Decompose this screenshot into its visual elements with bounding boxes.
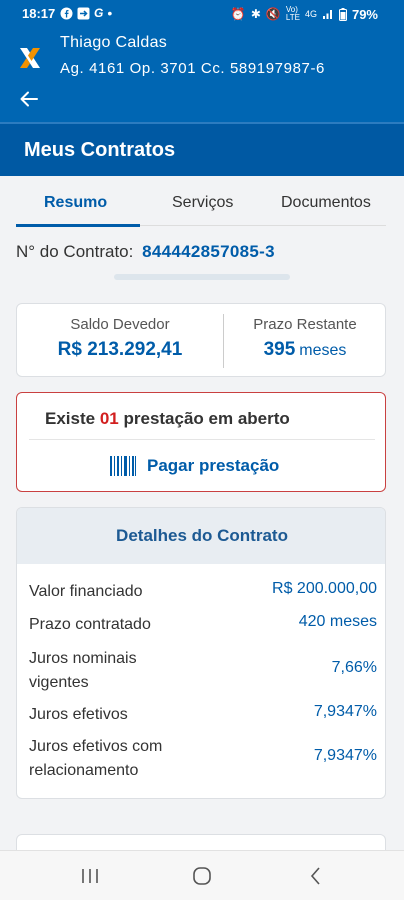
detail-row-juros-nominais: Juros nominais vigentes 7,66% (29, 647, 377, 697)
dot-icon: • (107, 5, 113, 21)
details-header: Detalhes do Contrato (17, 508, 385, 564)
detail-label: Juros nominais vigentes (29, 650, 137, 691)
caixa-x-logo (20, 48, 40, 68)
detail-label: Juros efetivos (29, 706, 128, 723)
status-bar: 18:17 G • ⏰ ✱ 🔇 Vo) LTE 4G 79% (0, 0, 404, 28)
saldo-devedor-value: R$ 213.292,41 (57, 339, 183, 360)
user-name: Thiago Caldas (60, 34, 168, 51)
recent-apps-icon[interactable] (78, 865, 102, 887)
tab-resumo[interactable]: Resumo (44, 194, 107, 212)
alarm-icon: ⏰ (230, 7, 246, 21)
detail-label: Valor financiado (29, 583, 143, 600)
prazo-restante-value: 395 (263, 339, 296, 360)
prazo-restante-row: 395 meses (224, 339, 386, 361)
status-time: 18:17 (22, 6, 56, 21)
detail-value: 7,9347% (313, 703, 377, 720)
detail-row-prazo-contratado: Prazo contratado 420 meses (29, 613, 377, 641)
contract-label: N° do Contrato: (16, 242, 134, 261)
mute-icon: 🔇 (265, 7, 281, 21)
detail-row-juros-efetivos: Juros efetivos 7,9347% (29, 703, 377, 731)
tab-servicos[interactable]: Serviços (172, 194, 233, 212)
signal-icon (322, 10, 332, 19)
battery-percent: 79% (351, 6, 378, 22)
facebook-icon (60, 7, 73, 19)
contract-number-row: N° do Contrato: 844442857085-3 (16, 242, 275, 262)
home-icon[interactable] (190, 865, 214, 887)
summary-card: Saldo Devedor R$ 213.292,41 Prazo Restan… (16, 303, 386, 377)
detail-row-valor-financiado: Valor financiado R$ 200.000,00 (29, 580, 377, 608)
alert-divider (29, 439, 375, 440)
pay-installment-button[interactable]: Pagar prestação (109, 455, 279, 477)
contract-details-card: Detalhes do Contrato Valor financiado R$… (16, 507, 386, 799)
lte-label: LTE (285, 13, 300, 22)
arrow-left-icon[interactable] (18, 88, 40, 110)
saldo-devedor-label: Saldo Devedor (70, 316, 170, 333)
prazo-restante-block: Prazo Restante 395 meses (224, 316, 386, 361)
tab-documentos[interactable]: Documentos (281, 194, 371, 212)
detail-value: 420 meses (298, 613, 377, 630)
notification-icons: G • (60, 5, 112, 21)
network-type: 4G (304, 9, 317, 19)
account-info: Ag. 4161 Op. 3701 Cc. 589197987-6 (60, 60, 325, 77)
prazo-restante-label: Prazo Restante (253, 316, 357, 333)
detail-label: Juros efetivos com relacionamento (29, 738, 163, 779)
export-icon (77, 7, 90, 19)
barcode-icon (110, 456, 136, 476)
pay-installment-label: Pagar prestação (147, 456, 280, 475)
detail-value: 7,66% (331, 659, 377, 676)
page-title: Meus Contratos (24, 139, 176, 161)
alert-prefix: Existe (45, 409, 96, 428)
saldo-devedor-block: Saldo Devedor R$ 213.292,41 (17, 316, 223, 361)
main-content[interactable]: Resumo Serviços Documentos N° do Contrat… (0, 176, 404, 864)
battery-icon (338, 7, 347, 21)
alert-count: 01 (99, 409, 119, 428)
system-icons: ⏰ ✱ 🔇 Vo) LTE 4G 79% (231, 6, 378, 22)
android-nav-bar (0, 850, 404, 900)
volte-icon: Vo) LTE (285, 5, 300, 22)
active-tab-indicator (16, 224, 140, 227)
details-title: Detalhes do Contrato (116, 526, 288, 545)
detail-value: R$ 200.000,00 (272, 580, 377, 597)
detail-label: Prazo contratado (29, 616, 151, 633)
tab-bar: Resumo Serviços Documentos (16, 186, 386, 227)
contract-number: 844442857085-3 (142, 242, 275, 261)
open-installment-alert: Existe 01 prestação em aberto Pagar pres… (16, 392, 386, 492)
prazo-restante-unit: meses (299, 342, 347, 359)
detail-row-juros-relacionamento: Juros efetivos com relacionamento 7,9347… (29, 735, 377, 785)
bluetooth-icon: ✱ (250, 7, 261, 21)
google-icon: G (94, 6, 104, 20)
title-bar: Meus Contratos (0, 122, 404, 176)
back-nav-icon[interactable] (304, 865, 328, 887)
app-header: Thiago Caldas Ag. 4161 Op. 3701 Cc. 5891… (0, 28, 404, 122)
contract-selector-bar[interactable] (114, 274, 290, 280)
alert-suffix: prestação em aberto (123, 409, 290, 428)
alert-message: Existe 01 prestação em aberto (45, 409, 290, 429)
detail-value: 7,9347% (313, 747, 377, 764)
